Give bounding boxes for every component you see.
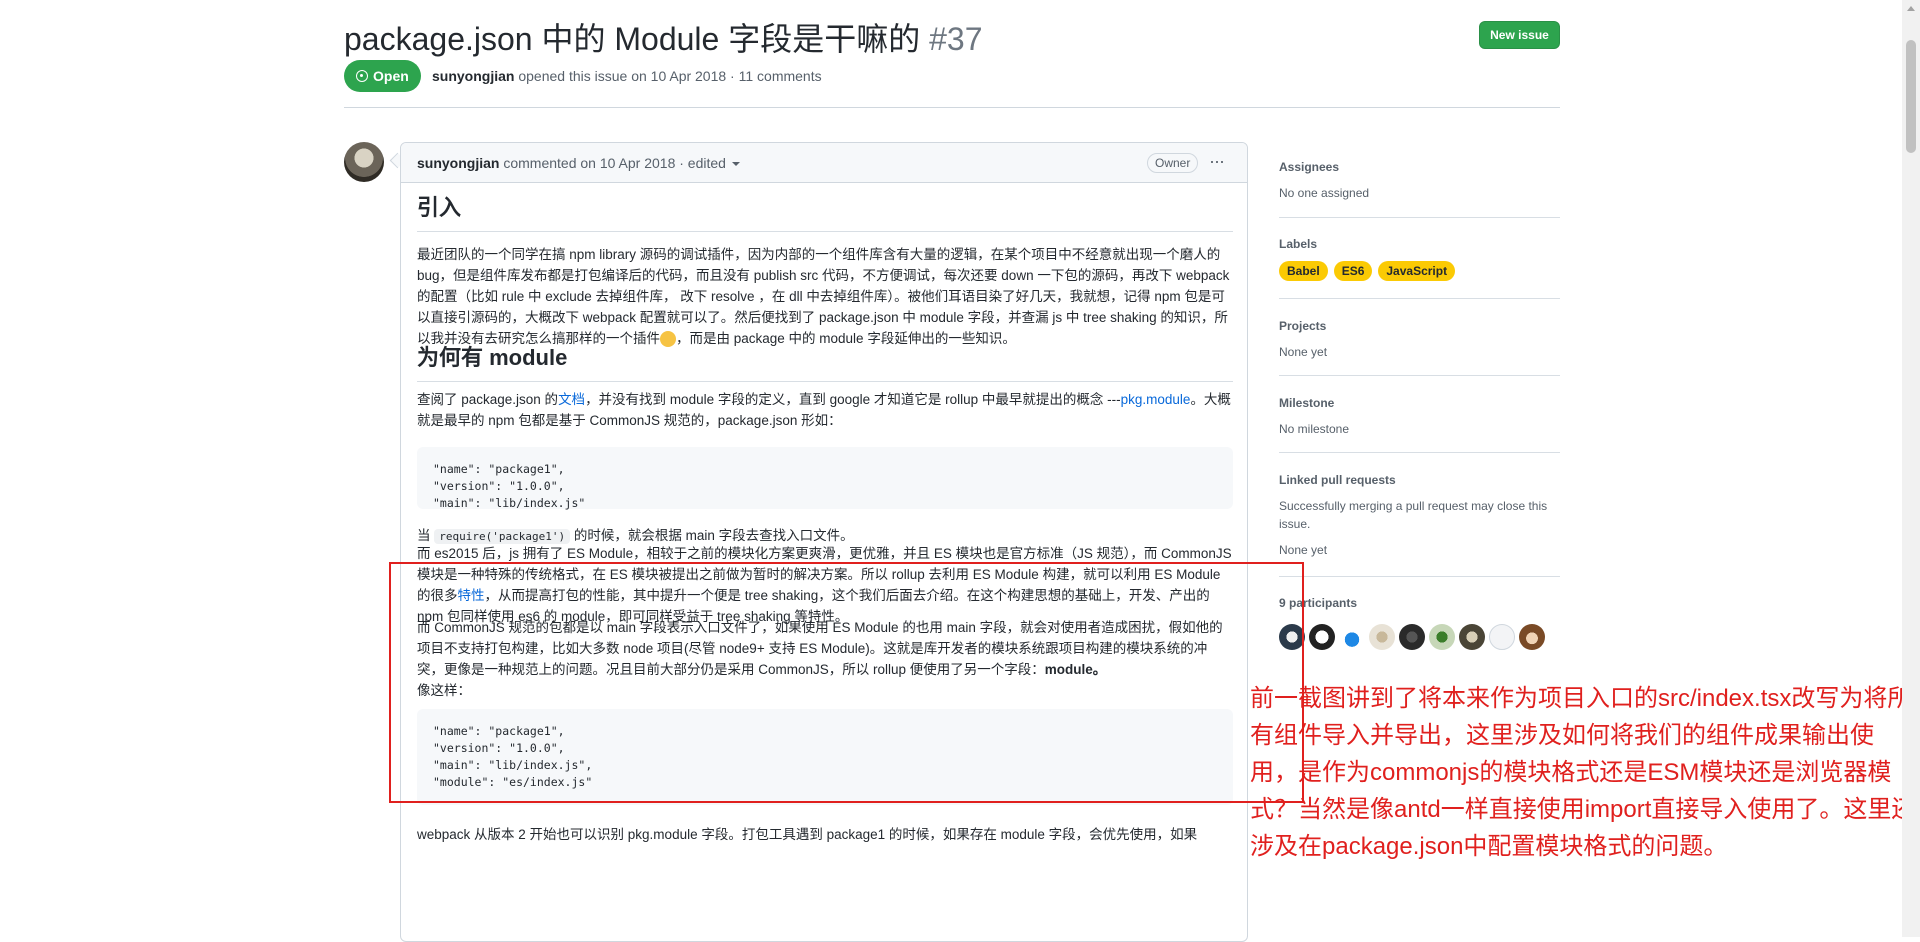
- annotation-highlight-box: [389, 562, 1304, 803]
- issue-meta-text: opened this issue on 10 Apr 2018 · 11 co…: [518, 68, 822, 84]
- kebab-horizontal-icon[interactable]: ···: [1209, 151, 1225, 172]
- assignees-section[interactable]: Assignees No one assigned: [1279, 160, 1560, 202]
- projects-title[interactable]: Projects: [1279, 319, 1560, 333]
- paragraph-intro-tail: ，而是由 package 中的 module 字段延伸出的一些知识。: [676, 331, 1016, 346]
- paragraph-intro: 最近团队的一个同学在搞 npm library 源码的调试插件，因为内部的一个组…: [417, 244, 1233, 349]
- scrollbar-thumb[interactable]: [1906, 40, 1916, 153]
- milestone-value: No milestone: [1279, 422, 1350, 436]
- inline-code-require: require('package1'): [434, 529, 571, 544]
- issue-state-label: Open: [373, 68, 409, 84]
- heading-divider: [417, 381, 1233, 382]
- paragraph-require-text: 的时候，就会根据 main 字段去查找入口文件。: [573, 528, 854, 543]
- comment-meta-text[interactable]: commented on 10 Apr 2018 · edited: [503, 155, 726, 171]
- new-issue-button[interactable]: New issue: [1479, 21, 1560, 49]
- paragraph-require-text: 当: [417, 528, 431, 543]
- labels-section[interactable]: Labels Babel ES6 JavaScript: [1279, 237, 1560, 281]
- comment-meta: sunyongjian commented on 10 Apr 2018 · e…: [417, 155, 740, 171]
- participant-avatar[interactable]: [1429, 624, 1455, 650]
- docs-link[interactable]: 文档: [558, 392, 585, 407]
- sidebar-divider: [1279, 375, 1560, 376]
- labels-title[interactable]: Labels: [1279, 237, 1560, 251]
- linked-pull-requests-value: None yet: [1279, 543, 1328, 557]
- heading-why-module: 为何有 module: [417, 345, 568, 370]
- chevron-down-icon[interactable]: [731, 162, 740, 167]
- comment-author-link[interactable]: sunyongjian: [417, 155, 499, 171]
- linked-pull-requests-section[interactable]: Linked pull requests Successfully mergin…: [1279, 473, 1560, 559]
- linked-pull-requests-desc: Successfully merging a pull request may …: [1279, 499, 1548, 531]
- paragraph-why-text: ，并没有找到 module 字段的定义，直到 google 才知道它是 roll…: [585, 392, 1121, 407]
- paragraph-why-text: 查阅了 package.json 的: [417, 392, 559, 407]
- participant-avatar[interactable]: [1489, 624, 1515, 650]
- pkg-module-link[interactable]: pkg.module: [1121, 392, 1191, 407]
- comment-header: sunyongjian commented on 10 Apr 2018 · e…: [401, 143, 1247, 183]
- label-babel[interactable]: Babel: [1279, 261, 1328, 281]
- sidebar-divider: [1279, 298, 1560, 299]
- participants-section: 9 participants: [1279, 596, 1560, 650]
- projects-value: None yet: [1279, 345, 1328, 359]
- heading-divider: [417, 231, 1233, 232]
- heading-intro: 引入: [417, 195, 462, 220]
- participant-avatar[interactable]: [1519, 624, 1545, 650]
- participant-avatar[interactable]: [1399, 624, 1425, 650]
- participants-avatars: [1279, 624, 1560, 650]
- assignees-value: No one assigned: [1279, 186, 1370, 200]
- annotation-note: 前一截图讲到了将本来作为项目入口的src/index.tsx改写为将所有组件导入…: [1250, 685, 1916, 860]
- header-divider: [344, 107, 1560, 108]
- participant-avatar[interactable]: [1309, 624, 1335, 650]
- projects-section[interactable]: Projects None yet: [1279, 319, 1560, 361]
- issue-author-link[interactable]: sunyongjian: [432, 68, 514, 84]
- code-block-main: "name": "package1", "version": "1.0.0", …: [417, 447, 1233, 510]
- scroll-up-arrow-icon[interactable]: [1907, 6, 1915, 11]
- labels-list: Babel ES6 JavaScript: [1279, 261, 1560, 281]
- assignees-title[interactable]: Assignees: [1279, 160, 1560, 174]
- issue-state-badge: Open: [344, 60, 421, 92]
- participant-avatar[interactable]: [1459, 624, 1485, 650]
- issue-title: package.json 中的 Module 字段是干嘛的 #37: [344, 14, 983, 60]
- emoji-icon: [660, 331, 676, 348]
- participants-title: 9 participants: [1279, 596, 1358, 610]
- paragraph-webpack: webpack 从版本 2 开始也可以识别 pkg.module 字段。打包工具…: [417, 827, 1198, 842]
- sidebar-divider: [1279, 576, 1560, 577]
- milestone-section[interactable]: Milestone No milestone: [1279, 396, 1560, 438]
- sidebar-divider: [1279, 217, 1560, 218]
- issue-number: #37: [929, 21, 983, 57]
- issue-title-text: package.json 中的 Module 字段是干嘛的: [344, 21, 921, 57]
- paragraph-why: 查阅了 package.json 的文档，并没有找到 module 字段的定义，…: [417, 389, 1233, 431]
- issue-meta: sunyongjian opened this issue on 10 Apr …: [432, 68, 822, 84]
- participant-avatar[interactable]: [1369, 624, 1395, 650]
- author-avatar[interactable]: [344, 142, 384, 182]
- linked-pull-requests-title[interactable]: Linked pull requests: [1279, 473, 1560, 487]
- owner-badge: Owner: [1147, 153, 1199, 173]
- issue-opened-icon: [356, 70, 368, 82]
- issue-comment: sunyongjian commented on 10 Apr 2018 · e…: [400, 142, 1248, 942]
- milestone-title[interactable]: Milestone: [1279, 396, 1560, 410]
- sidebar-divider: [1279, 452, 1560, 453]
- participant-avatar[interactable]: [1339, 624, 1365, 650]
- label-es6[interactable]: ES6: [1333, 261, 1373, 281]
- label-javascript[interactable]: JavaScript: [1378, 261, 1456, 281]
- issue-page: package.json 中的 Module 字段是干嘛的 #37 New is…: [0, 0, 1920, 942]
- page-scrollbar[interactable]: [1902, 0, 1920, 937]
